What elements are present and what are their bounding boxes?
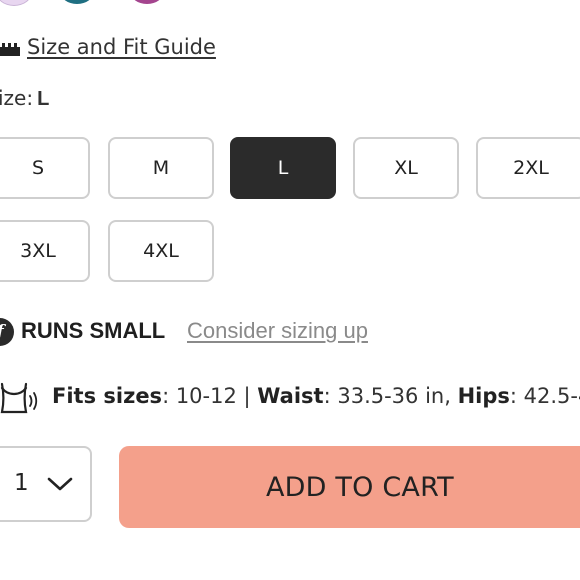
fits-sizes-value: : 10-12 | <box>162 384 258 408</box>
size-option-xl[interactable]: XL <box>353 137 459 199</box>
runs-small-text: RUNS SMALL <box>21 318 166 343</box>
size-label: ize: L <box>0 86 49 111</box>
hips-value: : 42.5-4 <box>509 384 580 408</box>
size-option-2xl[interactable]: 2XL <box>476 137 580 199</box>
fits-sizes-label: Fits sizes <box>52 384 163 408</box>
consider-sizing-up-link[interactable]: Consider sizing up <box>187 318 368 344</box>
quantity-select[interactable]: 1 <box>0 446 92 522</box>
fit-info-icon: f <box>0 318 14 346</box>
fit-details: Fits sizes: 10-12 | Waist: 33.5-36 in, H… <box>52 384 580 408</box>
chevron-down-icon <box>47 477 73 491</box>
ruler-icon <box>0 42 20 56</box>
add-to-cart-button[interactable]: ADD TO CART <box>119 446 580 528</box>
size-guide-row[interactable]: Size and Fit Guide <box>0 30 216 64</box>
size-option-4xl[interactable]: 4XL <box>108 220 214 282</box>
color-swatch-lavender[interactable] <box>0 0 32 6</box>
selected-size-value: L <box>37 88 50 110</box>
waist-label: Waist <box>257 384 324 408</box>
quantity-value: 1 <box>14 470 29 496</box>
waist-value: : 33.5-36 in, <box>323 384 458 408</box>
color-swatch-teal[interactable] <box>60 0 94 4</box>
size-option-l[interactable]: L <box>230 137 336 199</box>
size-guide-link[interactable]: Size and Fit Guide <box>27 35 216 59</box>
hips-label: Hips <box>457 384 510 408</box>
size-label-text: ize: <box>0 86 34 110</box>
size-option-s[interactable]: S <box>0 137 90 199</box>
size-option-3xl[interactable]: 3XL <box>0 220 90 282</box>
bra-fit-icon <box>0 382 38 414</box>
size-option-m[interactable]: M <box>108 137 214 199</box>
color-swatch-magenta[interactable] <box>130 0 164 4</box>
